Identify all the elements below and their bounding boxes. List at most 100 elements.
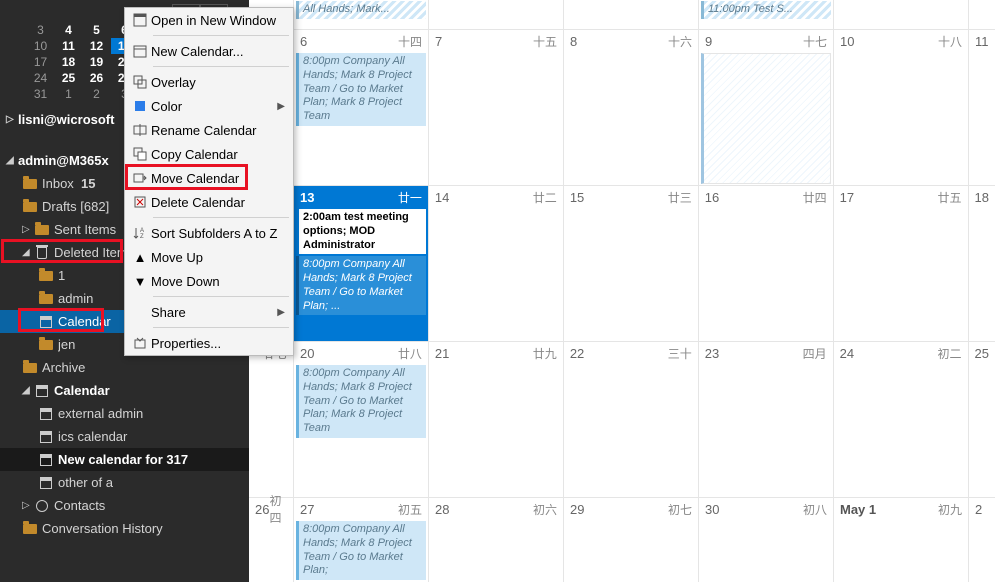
mini-cal-day[interactable]: 3 — [27, 22, 55, 38]
day-30[interactable]: 30初八 — [699, 498, 834, 582]
color-icon — [129, 99, 151, 113]
day-18[interactable]: 18 — [969, 186, 995, 341]
inbox-icon — [22, 176, 38, 192]
day-8[interactable]: 8十六 — [564, 30, 699, 185]
cm-copy[interactable]: Copy Calendar — [125, 142, 293, 166]
sort-icon: AZ — [129, 226, 151, 240]
arrow-up-icon: ▲ — [129, 250, 151, 265]
cal-new-317[interactable]: New calendar for 317 — [0, 448, 249, 471]
cm-share[interactable]: Share ▶ — [125, 300, 293, 324]
mini-cal-day[interactable]: 19 — [83, 54, 111, 70]
mini-cal-day[interactable]: 11 — [55, 38, 83, 54]
mini-cal-day[interactable]: 12 — [83, 38, 111, 54]
day-28[interactable]: 28初六 — [429, 498, 564, 582]
properties-icon — [129, 336, 151, 350]
mini-cal-day[interactable]: 10 — [27, 38, 55, 54]
day-6[interactable]: 6十四 8:00pm Company All Hands; Mark 8 Pro… — [294, 30, 429, 185]
calendar-icon — [38, 429, 54, 445]
folder-contacts[interactable]: ▷ Contacts — [0, 494, 249, 517]
day-14[interactable]: 14廿二 — [429, 186, 564, 341]
folder-icon — [22, 521, 38, 537]
day-11[interactable]: 11 — [969, 30, 995, 185]
cm-sort[interactable]: AZ Sort Subfolders A to Z — [125, 221, 293, 245]
context-menu: Open in New Window New Calendar... Overl… — [124, 7, 294, 356]
day-7[interactable]: 7十五 — [429, 30, 564, 185]
mini-cal-day[interactable]: 17 — [27, 54, 55, 70]
mini-cal-day[interactable]: 18 — [55, 54, 83, 70]
folder-archive[interactable]: Archive — [0, 356, 249, 379]
folder-icon — [38, 268, 54, 284]
arrow-down-icon: ▼ — [129, 274, 151, 289]
cm-move-down[interactable]: ▼ Move Down — [125, 269, 293, 293]
cm-rename[interactable]: Rename Calendar — [125, 118, 293, 142]
svg-text:Z: Z — [140, 234, 144, 240]
calendar-icon — [38, 406, 54, 422]
sent-icon — [34, 222, 50, 238]
folder-icon — [38, 291, 54, 307]
drafts-icon — [22, 199, 38, 215]
calendar-icon — [38, 314, 54, 330]
mini-cal-day[interactable]: 4 — [55, 22, 83, 38]
copy-icon — [129, 147, 151, 161]
cm-open-new-window[interactable]: Open in New Window — [125, 8, 293, 32]
cm-move-up[interactable]: ▲ Move Up — [125, 245, 293, 269]
folder-icon — [22, 360, 38, 376]
day-21[interactable]: 21廿九 — [429, 342, 564, 497]
event[interactable]: 8:00pm Company All Hands; Mark 8 Project… — [296, 365, 426, 438]
day-24[interactable]: 24初二 — [834, 342, 969, 497]
day-15[interactable]: 15廿三 — [564, 186, 699, 341]
calendar-new-icon — [129, 44, 151, 58]
cm-properties[interactable]: Properties... — [125, 331, 293, 355]
move-icon — [129, 171, 151, 185]
day-29[interactable]: 29初七 — [564, 498, 699, 582]
day-13-today[interactable]: 13廿一 2:00am test meeting options; MOD Ad… — [294, 186, 429, 341]
day-22[interactable]: 22三十 — [564, 342, 699, 497]
day-2[interactable]: 2 — [969, 498, 995, 582]
calendar-icon — [38, 452, 54, 468]
chevron-right-icon: ▶ — [277, 307, 285, 318]
folder-icon — [38, 337, 54, 353]
mini-cal-day[interactable]: 25 — [55, 70, 83, 86]
mini-cal-day[interactable]: 1 — [55, 86, 83, 102]
event[interactable]: 8:00pm Company All Hands; Mark 8 Project… — [296, 53, 426, 126]
cal-external-admin[interactable]: external admin — [0, 402, 249, 425]
cm-new-calendar[interactable]: New Calendar... — [125, 39, 293, 63]
mini-cal-day[interactable]: 26 — [83, 70, 111, 86]
calendar-icon — [34, 383, 50, 399]
day-17[interactable]: 17廿五 — [834, 186, 969, 341]
cal-other[interactable]: other of a — [0, 471, 249, 494]
cm-color[interactable]: Color ▶ — [125, 94, 293, 118]
event[interactable]: 11:00pm Test S... — [701, 1, 831, 19]
delete-icon — [129, 195, 151, 209]
people-icon — [34, 498, 50, 514]
calendar-icon — [38, 475, 54, 491]
day-9[interactable]: 9十七 — [699, 30, 834, 185]
day-10[interactable]: 10十八 — [834, 30, 969, 185]
cm-overlay[interactable]: Overlay — [125, 70, 293, 94]
day-20[interactable]: 20廿八 8:00pm Company All Hands; Mark 8 Pr… — [294, 342, 429, 497]
event-meeting[interactable]: 2:00am test meeting options; MOD Adminis… — [296, 209, 426, 254]
day-16[interactable]: 16廿四 — [699, 186, 834, 341]
folder-conv-history[interactable]: Conversation History — [0, 517, 249, 540]
day-may1[interactable]: May 1初九 — [834, 498, 969, 582]
overlay-icon — [129, 75, 151, 89]
event[interactable]: 8:00pm Company All Hands; Mark 8 Project… — [296, 256, 426, 315]
trash-icon — [34, 245, 50, 261]
cal-ics[interactable]: ics calendar — [0, 425, 249, 448]
cm-move[interactable]: Move Calendar — [125, 166, 293, 190]
mini-cal-day[interactable]: 5 — [83, 22, 111, 38]
event[interactable]: 8:00pm Company All Hands; Mark 8 Project… — [296, 521, 426, 580]
event[interactable]: All Hands; Mark... — [296, 1, 426, 19]
window-icon — [129, 13, 151, 27]
day-25[interactable]: 25 — [969, 342, 995, 497]
event-placeholder[interactable] — [701, 53, 831, 184]
chevron-right-icon: ▶ — [277, 101, 285, 112]
section-calendar[interactable]: ◢ Calendar — [0, 379, 249, 402]
cm-delete[interactable]: Delete Calendar — [125, 190, 293, 214]
mini-cal-day[interactable]: 2 — [83, 86, 111, 102]
calendar-grid[interactable]: All Hands; Mark... 11:00pm Test S... 十三 … — [249, 0, 995, 582]
day-27[interactable]: 27初五 8:00pm Company All Hands; Mark 8 Pr… — [294, 498, 429, 582]
day-23[interactable]: 23四月 — [699, 342, 834, 497]
mini-cal-day[interactable]: 24 — [27, 70, 55, 86]
mini-cal-day[interactable]: 31 — [27, 86, 55, 102]
